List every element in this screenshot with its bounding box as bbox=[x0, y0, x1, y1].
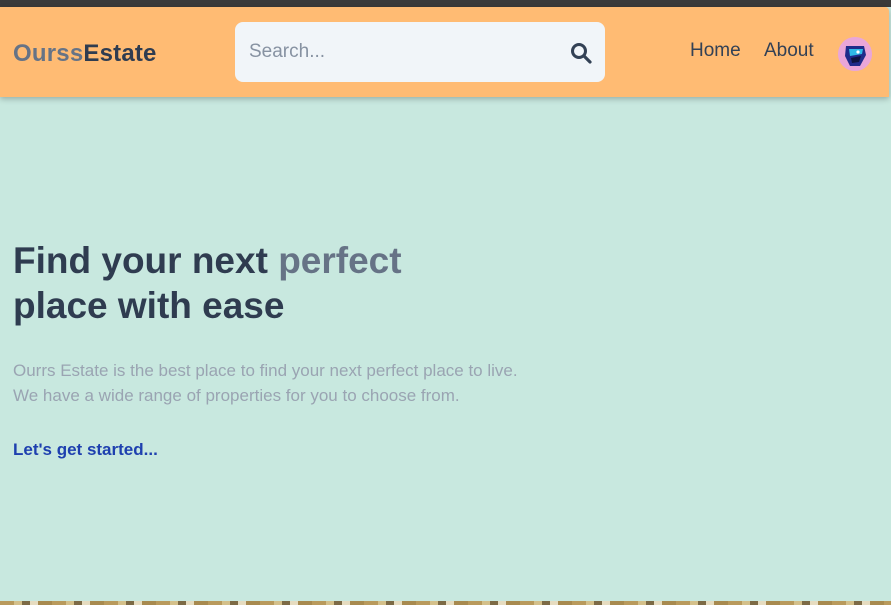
user-avatar[interactable] bbox=[838, 37, 872, 71]
logo-part-1: Ourss bbox=[13, 40, 84, 67]
search-form bbox=[235, 22, 605, 82]
search-icon[interactable] bbox=[569, 41, 593, 65]
hero-title-start: Find your next bbox=[13, 240, 279, 281]
search-input[interactable] bbox=[249, 22, 549, 82]
nav-home-link[interactable]: Home bbox=[690, 40, 741, 62]
get-started-link[interactable]: Let's get started... bbox=[13, 440, 158, 460]
logo-part-2: Estate bbox=[83, 40, 157, 67]
hero-title-end: place with ease bbox=[13, 285, 285, 326]
listing-image-strip bbox=[0, 601, 891, 605]
hero-description-line-1: Ourrs Estate is the best place to find y… bbox=[13, 361, 518, 380]
hero-description: Ourrs Estate is the best place to find y… bbox=[13, 358, 518, 408]
window-top-edge bbox=[0, 0, 891, 7]
hero-title: Find your next perfect place with ease bbox=[13, 238, 402, 328]
site-logo[interactable]: OurssEstate bbox=[13, 40, 157, 68]
nav-about-link[interactable]: About bbox=[764, 40, 814, 62]
hero-title-accent: perfect bbox=[278, 240, 402, 281]
site-header: OurssEstate Home About bbox=[0, 7, 889, 97]
hero-description-line-2: We have a wide range of properties for y… bbox=[13, 386, 460, 405]
